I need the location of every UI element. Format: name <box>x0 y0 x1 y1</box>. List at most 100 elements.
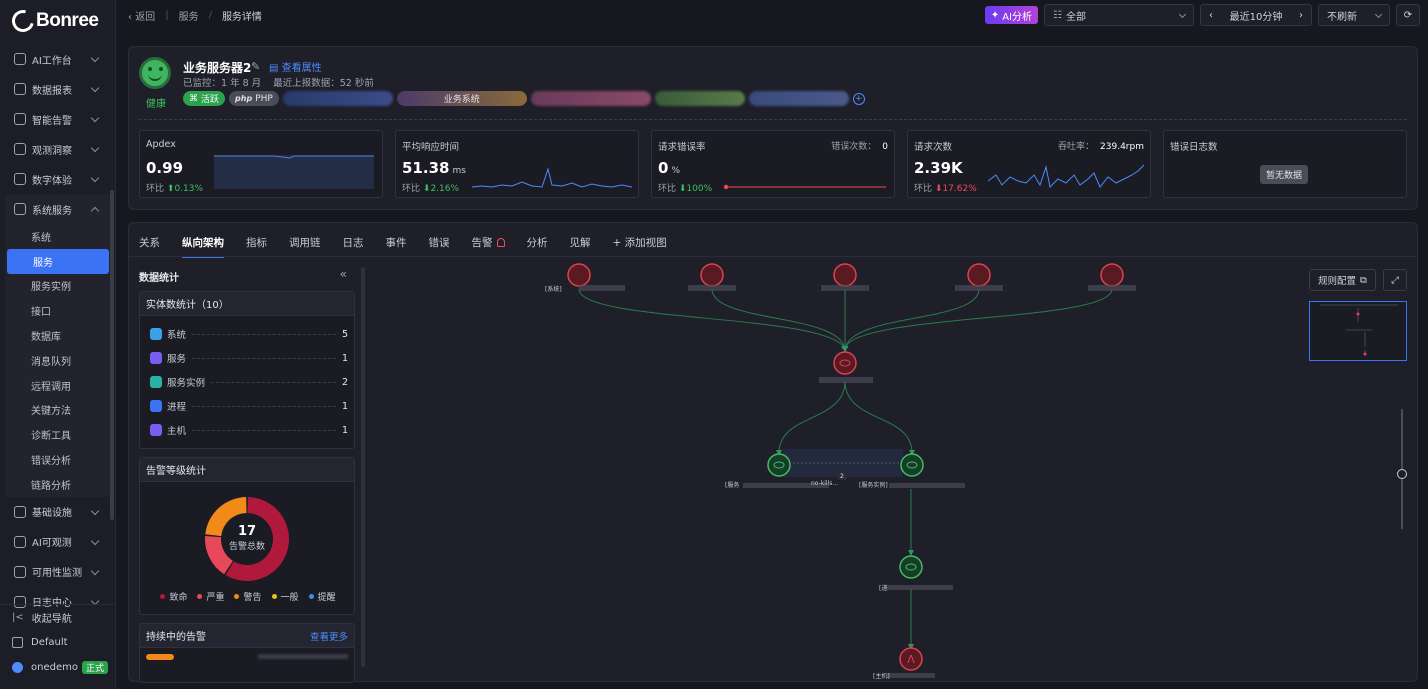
sub-item-system[interactable]: 系统 <box>5 224 111 249</box>
collapse-panel-icon[interactable]: « <box>340 267 347 281</box>
refresh-button[interactable]: ⟳ <box>1396 4 1420 26</box>
collapse-nav-button[interactable]: |< 收起导航 <box>0 605 116 630</box>
tag-php[interactable]: php PHP <box>229 91 279 106</box>
bonree-logo[interactable]: Bonree <box>0 0 115 42</box>
availability-icon <box>14 565 26 578</box>
next-icon[interactable]: › <box>1299 10 1303 21</box>
tab-metrics[interactable]: 指标 <box>246 235 267 258</box>
sub-item-error-analysis[interactable]: 错误分析 <box>5 447 111 472</box>
entity-count: 1 <box>341 400 348 412</box>
sidebar-scrollbar[interactable] <box>110 190 114 520</box>
metric-error-log[interactable]: 错误日志数 暂无数据 <box>1163 130 1407 198</box>
breadcrumb-service[interactable]: 服务 <box>179 8 199 23</box>
tag-blurred-3[interactable] <box>530 91 651 106</box>
sub-item-key-method[interactable]: 关键方法 <box>5 398 111 423</box>
user-menu[interactable]: onedemo 正式 <box>0 655 116 680</box>
metric-error-rate[interactable]: 请求错误率 错误次数： 0 0% 环比 ⬇100% <box>651 130 895 198</box>
tab-trace[interactable]: 调用链 <box>289 235 321 258</box>
workspace-switcher[interactable]: Default <box>0 630 116 655</box>
system-node[interactable] <box>1100 263 1124 287</box>
legend-item[interactable]: 警告 <box>234 590 261 603</box>
ongoing-alert-header: 持续中的告警 查看更多 <box>140 624 354 648</box>
nav-reports[interactable]: 数据报表 <box>0 74 116 104</box>
entity-row[interactable]: 进程 1 <box>140 394 354 418</box>
entity-row[interactable]: 服务 1 <box>140 346 354 370</box>
legend-item[interactable]: 严重 <box>197 590 224 603</box>
prev-icon[interactable]: ‹ <box>1209 10 1213 21</box>
logo-icon <box>7 5 39 37</box>
topology-minimap[interactable] <box>1309 301 1407 361</box>
tab-relation[interactable]: 关系 <box>139 235 160 258</box>
service-meta: 已监控：1 年 8 月 最近上报数据：52 秒前 <box>183 78 374 89</box>
metric-title: 请求错误率 <box>658 142 706 153</box>
top-controls: ✦ AI分析 ☷ 全部 ‹ 最近10分钟 › 不刷新 ⟳ <box>984 4 1420 26</box>
system-node[interactable] <box>967 263 991 287</box>
tab-alerts[interactable]: 告警 <box>472 235 505 258</box>
sub-item-mq[interactable]: 消息队列 <box>5 348 111 373</box>
tab-vertical-arch[interactable]: 纵向架构 <box>182 235 224 258</box>
nav-alerts[interactable]: 智能告警 <box>0 104 116 134</box>
entity-row[interactable]: 服务实例 2 <box>140 370 354 394</box>
sub-item-interface[interactable]: 接口 <box>5 298 111 323</box>
system-node[interactable] <box>700 263 724 287</box>
edit-icon[interactable]: ✎ <box>251 60 260 73</box>
sub-item-service[interactable]: 服务 <box>7 248 109 274</box>
metric-apdex[interactable]: Apdex 0.99 环比 ⬆0.13% <box>139 130 383 198</box>
nav-system-service[interactable]: 系统服务 <box>5 194 111 224</box>
tab-logs[interactable]: 日志 <box>343 235 364 258</box>
nav-digital-experience[interactable]: 数字体验 <box>0 164 116 194</box>
rule-config-button[interactable]: 规则配置 ⧉ <box>1309 269 1376 291</box>
metric-title: Apdex <box>146 139 176 150</box>
scope-select[interactable]: ☷ 全部 <box>1044 4 1194 26</box>
legend-item[interactable]: 一般 <box>272 590 299 603</box>
tag-blurred-1[interactable] <box>282 91 393 106</box>
tab-analysis[interactable]: 分析 <box>527 235 548 258</box>
system-label-blurred <box>688 285 736 291</box>
tag-blurred-4[interactable] <box>654 91 745 106</box>
fullscreen-button[interactable]: ⤢ <box>1383 269 1407 291</box>
tab-insight[interactable]: 见解 <box>570 235 591 258</box>
add-view-button[interactable]: + 添加视图 <box>613 235 667 258</box>
zoom-slider-handle[interactable] <box>1397 469 1407 479</box>
stats-scrollbar[interactable] <box>361 267 365 667</box>
legend-item[interactable]: 致命 <box>160 590 187 603</box>
metric-response-time[interactable]: 平均响应时间 51.38 ms 环比 ⬇2.16% <box>395 130 639 198</box>
sub-item-diag-tool[interactable]: 诊断工具 <box>5 422 111 447</box>
time-range-picker[interactable]: ‹ 最近10分钟 › <box>1200 4 1312 26</box>
system-node[interactable] <box>833 263 857 287</box>
nav-insight[interactable]: 观测洞察 <box>0 134 116 164</box>
service-header-card: 健康 业务服务器2 ✎ ▤ 查看属性 已监控：1 年 8 月 最近上报数据：52… <box>128 46 1418 210</box>
metric-request-count[interactable]: 请求次数 吞吐率： 239.4rpm 2.39K 环比 ⬇17.62% <box>907 130 1151 198</box>
sparkle-icon: ✦ <box>990 9 1000 21</box>
legend-item[interactable]: 提醒 <box>309 590 336 603</box>
add-tag-icon[interactable]: + <box>852 92 865 105</box>
sub-item-remote-call[interactable]: 远程调用 <box>5 373 111 398</box>
tag-blurred-5[interactable] <box>748 91 849 106</box>
sub-item-database[interactable]: 数据库 <box>5 323 111 348</box>
sub-item-trace-analysis[interactable]: 链路分析 <box>5 472 111 497</box>
back-button[interactable]: ‹ 返回 <box>128 8 155 23</box>
metric-compare: 环比 ⬆0.13% <box>146 184 204 194</box>
view-attributes-link[interactable]: ▤ 查看属性 <box>269 59 322 74</box>
entity-row[interactable]: 系统 5 <box>140 322 354 346</box>
view-more-link[interactable]: 查看更多 <box>310 629 348 643</box>
nav-availability[interactable]: 可用性监测 <box>0 557 116 587</box>
sub-item-instance[interactable]: 服务实例 <box>5 274 111 299</box>
system-node[interactable] <box>567 263 591 287</box>
alert-time-blurred <box>258 654 348 659</box>
bell-icon <box>496 238 505 247</box>
refresh-select[interactable]: 不刷新 <box>1318 4 1390 26</box>
tag-active[interactable]: ⌘ 活跃 <box>183 91 226 106</box>
tag-blurred-2[interactable]: 业务系统 <box>396 91 527 106</box>
tab-events[interactable]: 事件 <box>386 235 407 258</box>
health-status: 健康 <box>146 99 166 110</box>
metric-right-stat: 吞吐率： 239.4rpm <box>1058 142 1144 152</box>
nav-ai-observe[interactable]: AI可观测 <box>0 527 116 557</box>
topology-graph[interactable]: Λ [服务 no-kills... [服务实例] 2 [进 [主机] [系统] … <box>369 263 1409 679</box>
nav-infrastructure[interactable]: 基础设施 <box>0 497 116 527</box>
topology-edges: Λ <box>567 263 1136 678</box>
ai-analysis-button[interactable]: ✦ AI分析 <box>984 6 1038 24</box>
nav-ai-workbench[interactable]: AI工作台 <box>0 44 116 74</box>
entity-row[interactable]: 主机 1 <box>140 418 354 442</box>
tab-errors[interactable]: 错误 <box>429 235 450 258</box>
